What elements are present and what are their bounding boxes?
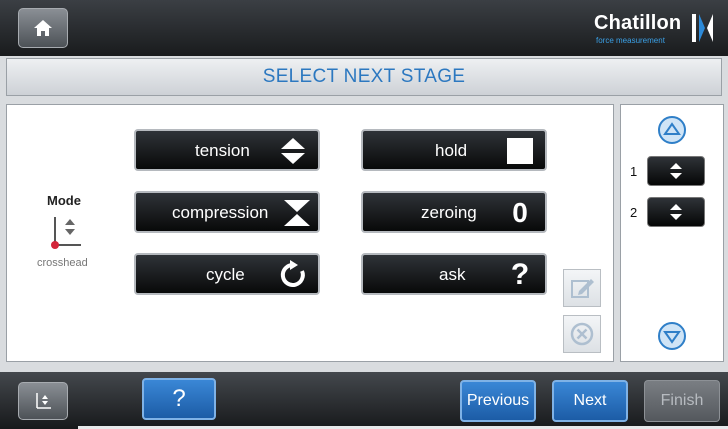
cycle-label: cycle bbox=[206, 265, 245, 284]
stop-square-icon bbox=[507, 138, 533, 164]
mode-icon bbox=[36, 393, 51, 409]
brand-name: Chatillon bbox=[594, 12, 682, 34]
tension-label: tension bbox=[195, 141, 250, 160]
home-icon bbox=[34, 20, 52, 36]
delete-stage-button[interactable] bbox=[563, 315, 601, 353]
cycle-icon bbox=[280, 260, 305, 287]
zero-icon: 0 bbox=[512, 197, 528, 228]
previous-button[interactable]: Previous bbox=[460, 380, 536, 422]
finish-button[interactable]: Finish bbox=[644, 380, 720, 422]
sequence-item-1[interactable] bbox=[647, 156, 705, 186]
page-title: SELECT NEXT STAGE bbox=[262, 66, 466, 87]
ask-button[interactable]: ask ? bbox=[361, 253, 547, 295]
question-icon: ? bbox=[510, 258, 530, 291]
edit-stage-button[interactable] bbox=[563, 269, 601, 307]
sequence-number-2: 2 bbox=[630, 205, 638, 220]
next-button[interactable]: Next bbox=[552, 380, 628, 422]
compression-button[interactable]: compression bbox=[134, 191, 320, 233]
brand-logo: Chatillon force measurement bbox=[594, 10, 714, 48]
brand-mark-icon bbox=[692, 14, 713, 42]
tension-button[interactable]: tension bbox=[134, 129, 320, 171]
up-down-arrows-icon bbox=[670, 204, 682, 220]
edit-icon bbox=[571, 279, 594, 298]
zeroing-label: zeroing bbox=[421, 203, 477, 222]
compression-label: compression bbox=[172, 203, 269, 222]
sequence-item-2[interactable] bbox=[647, 197, 705, 227]
ask-label: ask bbox=[439, 265, 466, 284]
title-bar: SELECT NEXT STAGE bbox=[6, 58, 722, 96]
delete-icon bbox=[570, 322, 594, 346]
sequence-number-1: 1 bbox=[630, 164, 638, 179]
brand-tagline: force measurement bbox=[596, 36, 665, 45]
mode-value: crosshead bbox=[37, 257, 88, 269]
home-button[interactable] bbox=[18, 8, 68, 48]
scroll-down-icon[interactable] bbox=[657, 321, 687, 351]
cycle-button[interactable]: cycle bbox=[134, 253, 320, 295]
mode-button[interactable] bbox=[18, 382, 68, 420]
mode-label: Mode bbox=[47, 193, 81, 208]
top-bar: Chatillon force measurement bbox=[0, 0, 728, 56]
zeroing-button[interactable]: zeroing 0 bbox=[361, 191, 547, 233]
up-down-arrows-icon bbox=[670, 163, 682, 179]
up-down-arrows-icon bbox=[281, 138, 305, 164]
scroll-up-icon[interactable] bbox=[657, 115, 687, 145]
hold-button[interactable]: hold bbox=[361, 129, 547, 171]
stage-selection-panel: Mode crosshead tension hold compression … bbox=[6, 104, 614, 362]
hold-label: hold bbox=[435, 141, 468, 160]
converging-arrows-icon bbox=[284, 200, 310, 226]
bottom-bar: ? Previous Next Finish bbox=[0, 372, 728, 429]
crosshead-icon bbox=[51, 217, 81, 249]
help-button[interactable]: ? bbox=[142, 378, 216, 420]
stage-sequence-panel: 1 2 bbox=[620, 104, 724, 362]
